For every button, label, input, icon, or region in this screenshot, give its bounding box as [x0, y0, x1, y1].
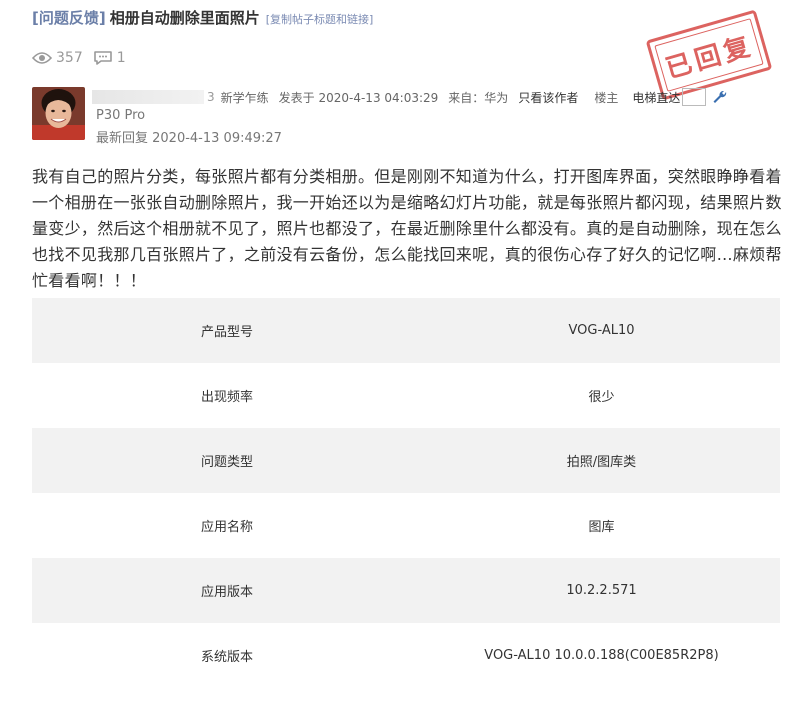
info-value: 很少: [588, 390, 615, 405]
post-stats: 357 1: [32, 48, 136, 68]
jump-go-button[interactable]: [712, 89, 728, 105]
floor-label: 楼主: [594, 90, 619, 105]
table-row: 应用名称 图库: [32, 493, 780, 558]
last-reply-time: 最新回复 2020-4-13 09:49:27: [96, 131, 282, 146]
author-only-link[interactable]: 只看该作者: [518, 89, 578, 106]
post-date: 发表于 2020-4-13 04:03:29: [278, 90, 439, 105]
author-name-suffix: 3: [207, 90, 215, 104]
author-rank: 新学乍练: [220, 90, 269, 105]
copy-link-button[interactable]: [复制帖子标题和链接]: [266, 13, 374, 26]
avatar[interactable]: [32, 87, 85, 140]
wrench-icon: [713, 90, 727, 103]
info-label: 系统版本: [200, 650, 253, 665]
info-value: 图库: [588, 520, 615, 535]
info-label: 问题类型: [32, 428, 423, 493]
reply-count: 1: [93, 50, 126, 66]
info-value: VOG-AL10 10.0.0.188(C00E85R2P8): [484, 648, 719, 663]
replied-stamp-text: 已回复: [662, 30, 758, 85]
info-label: 应用名称: [200, 520, 253, 535]
info-value: VOG-AL10: [423, 298, 780, 363]
table-row: 产品型号 VOG-AL10: [32, 298, 780, 363]
info-value: 拍照/图库类: [423, 428, 780, 493]
post-category[interactable]: [问题反馈]: [32, 9, 106, 27]
post-content: 我有自己的照片分类，每张照片都有分类相册。但是刚刚不知道为什么，打开图库界面，突…: [32, 167, 782, 290]
table-row: 系统版本 VOG-AL10 10.0.0.188(C00E85R2P8): [32, 623, 780, 688]
reply-count-value: 1: [116, 50, 126, 66]
view-count-value: 357: [56, 50, 83, 66]
table-row: 问题类型 拍照/图库类: [32, 428, 780, 493]
info-label: 应用版本: [32, 558, 423, 623]
issue-info-table: 产品型号 VOG-AL10 出现频率 很少 问题类型 拍照/图库类 应用名称 图…: [32, 298, 780, 688]
post-title: 相册自动删除里面照片: [109, 9, 260, 27]
floor-jump-input[interactable]: [682, 88, 707, 106]
comment-icon: [93, 51, 112, 65]
author-meta: 3 新学乍练 发表于 2020-4-13 04:03:29 来自：华为 只看该作…: [92, 87, 728, 107]
author-name-redacted[interactable]: [92, 90, 204, 104]
table-row: 应用版本 10.2.2.571: [32, 558, 780, 623]
eye-icon: [32, 52, 52, 64]
post-source: 来自：华为: [448, 90, 509, 105]
info-value: 10.2.2.571: [423, 558, 780, 623]
info-label: 出现频率: [200, 390, 253, 405]
post-title-bar: [问题反馈] 相册自动删除里面照片 [复制帖子标题和链接]: [32, 6, 373, 30]
author-device: P30 Pro: [96, 108, 146, 123]
info-label: 产品型号: [32, 298, 423, 363]
view-count: 357: [32, 50, 83, 66]
table-row: 出现频率 很少: [32, 363, 780, 428]
elevator-label: 电梯直达: [632, 90, 681, 105]
